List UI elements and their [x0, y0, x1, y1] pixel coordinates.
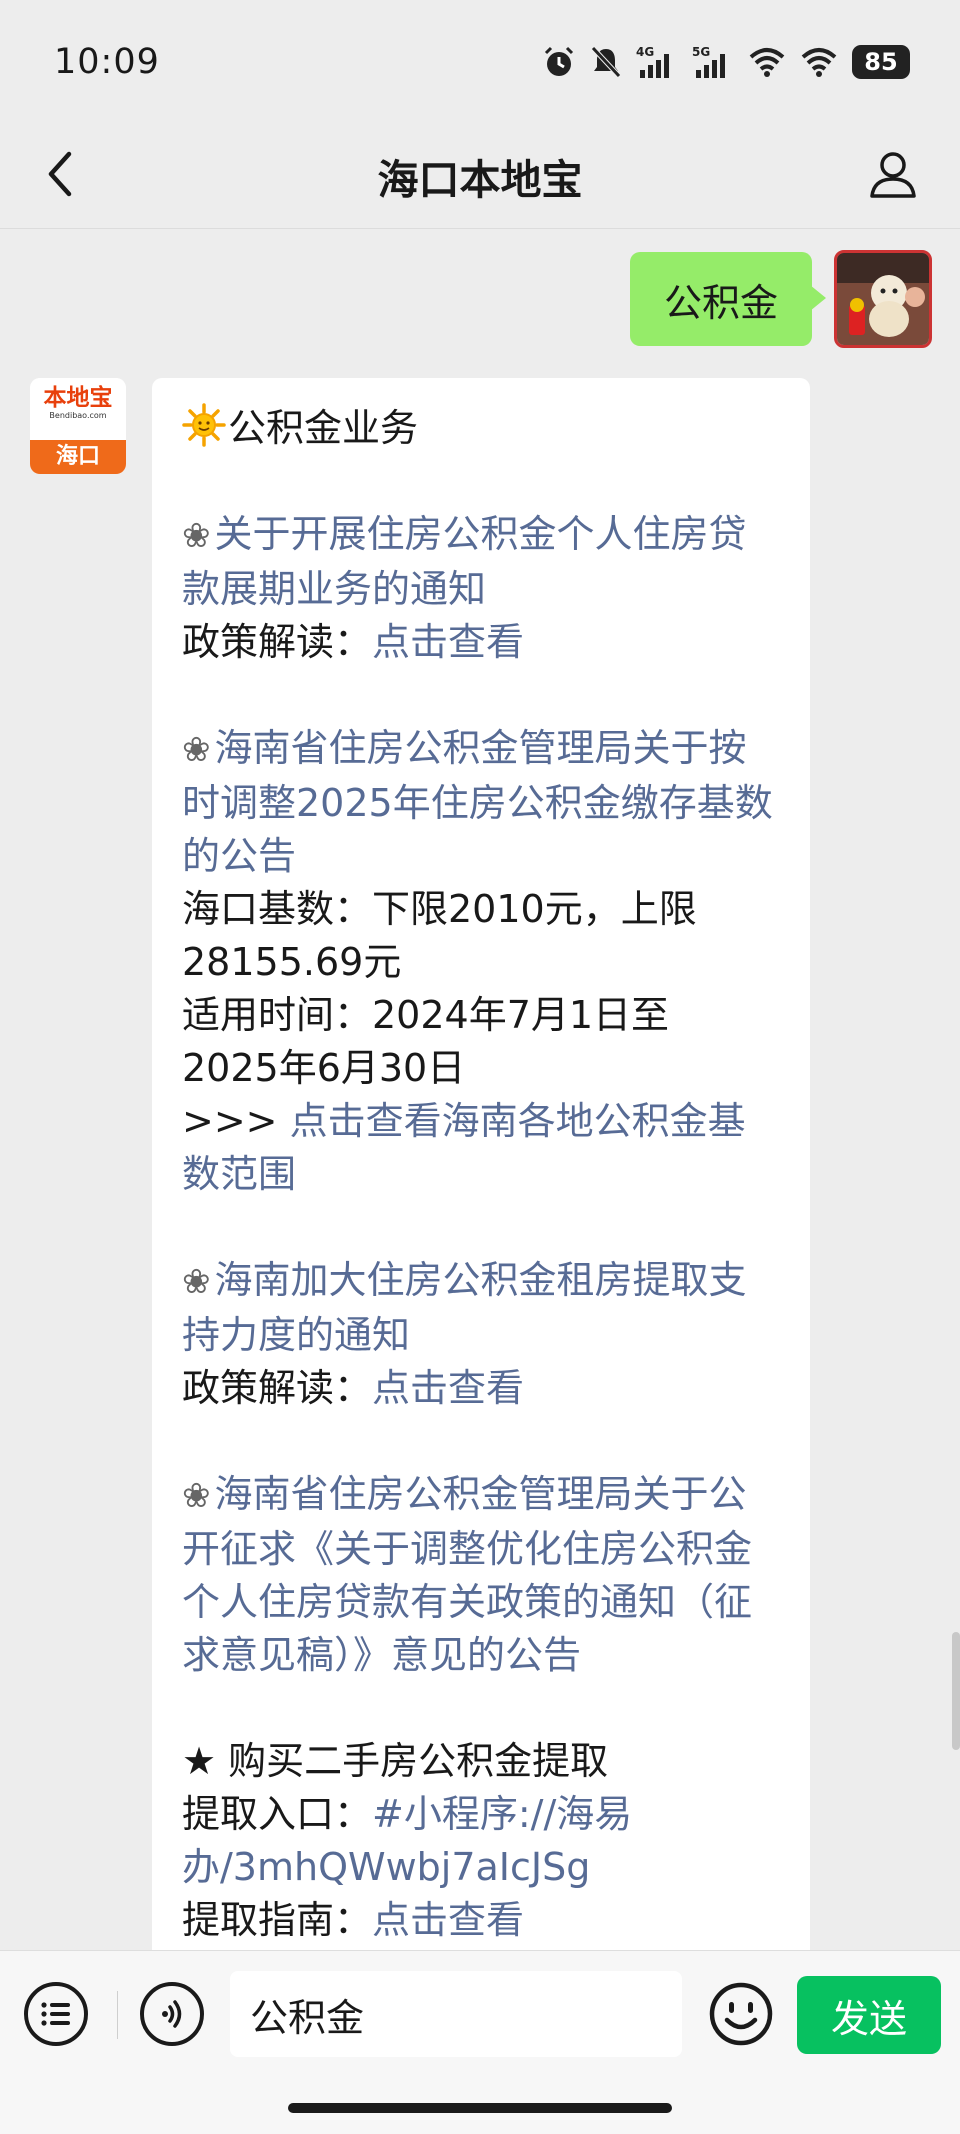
emoji-button[interactable]	[708, 1981, 774, 2047]
item2-more: >>> 点击查看海南各地公积金基数范围	[182, 1095, 780, 1201]
item2: ❀ 海南省住房公积金管理局关于按时调整2025年住房公积金缴存基数的公告	[182, 722, 780, 883]
item1: ❀ 关于开展住房公积金个人住房贷款展期业务的通知	[182, 508, 780, 616]
status-icons: 4G 5G 85	[542, 42, 910, 82]
page-title: 海口本地宝	[377, 156, 583, 204]
bot-avatar-logo: 本地宝 Bendibao.com	[30, 378, 126, 440]
scrollbar-thumb[interactable]	[952, 1632, 960, 1750]
flower-bullet-icon: ❀	[182, 1262, 211, 1302]
item2-period-line2: 2025年6月30日	[182, 1046, 466, 1090]
item3: ❀ 海南加大住房公积金租房提取支持力度的通知	[182, 1254, 780, 1362]
menu-list-icon	[41, 2002, 70, 2026]
bot-avatar-sub: Bendibao.com	[49, 411, 107, 420]
title-bar: 海口本地宝	[0, 120, 960, 229]
bot-avatar[interactable]: 本地宝 Bendibao.com 海口	[30, 378, 126, 474]
wifi-icon	[749, 48, 785, 77]
signal-4g-icon: 4G	[636, 45, 669, 78]
sun-emoji-icon	[182, 403, 226, 447]
item3-policy-label: 政策解读：	[182, 1366, 373, 1410]
status-bar: 10:09 4G 5G 85	[0, 0, 960, 120]
flower-bullet-icon: ❀	[182, 516, 211, 556]
item5-entry-label: 提取入口：	[182, 1792, 373, 1836]
item2-period-line1: 适用时间：2024年7月1日至	[182, 993, 670, 1037]
wifi-icon	[801, 48, 837, 77]
bot-avatar-brand: 本地宝	[43, 385, 113, 411]
flower-bullet-icon: ❀	[182, 1476, 211, 1516]
voice-icon	[162, 2000, 182, 2028]
battery-indicator: 85	[852, 45, 910, 79]
item2-base-line2: 28155.69元	[182, 940, 402, 984]
profile-button[interactable]	[860, 140, 926, 208]
item1-title-link[interactable]: 关于开展住房公积金个人住房贷款展期业务的通知	[182, 512, 747, 611]
item2-base-line1: 海口基数：下限2010元，上限	[182, 887, 697, 931]
user-avatar-image	[837, 253, 929, 345]
item3-policy: 政策解读：点击查看	[182, 1362, 780, 1415]
flower-bullet-icon: ❀	[182, 730, 211, 770]
item1-policy-link[interactable]: 点击查看	[372, 620, 524, 664]
item5-guide: 提取指南：点击查看	[182, 1894, 780, 1947]
item5-title: ★ 购买二手房公积金提取	[182, 1739, 609, 1783]
item1-policy: 政策解读：点击查看	[182, 616, 780, 669]
status-time: 10:09	[54, 42, 160, 82]
item2-more-prefix: >>>	[182, 1099, 278, 1143]
bot-avatar-city: 海口	[30, 440, 126, 474]
svg-text:5G: 5G	[692, 45, 710, 59]
input-bar-divider	[117, 1991, 118, 2039]
item2-title-link[interactable]: 海南省住房公积金管理局关于按时调整2025年住房公积金缴存基数的公告	[182, 726, 773, 878]
signal-5g-icon: 5G	[692, 45, 725, 78]
emoji-icon	[709, 1982, 773, 2046]
send-button[interactable]: 发送	[797, 1976, 941, 2054]
received-message-bubble: 公积金业务 ❀ 关于开展住房公积金个人住房贷款展期业务的通知 政策解读：点击查看 …	[152, 378, 810, 2058]
profile-icon	[870, 152, 916, 198]
item3-title-link[interactable]: 海南加大住房公积金租房提取支持力度的通知	[182, 1258, 747, 1357]
alarm-icon	[544, 46, 574, 76]
sent-message-bubble[interactable]: 公积金	[629, 252, 827, 346]
item3-policy-link[interactable]: 点击查看	[372, 1366, 524, 1410]
home-indicator[interactable]	[288, 2103, 672, 2113]
item5-guide-label: 提取指南：	[182, 1898, 373, 1942]
mute-bell-icon	[591, 46, 621, 78]
svg-text:4G: 4G	[636, 45, 654, 59]
message-input[interactable]	[230, 1971, 682, 2057]
menu-button[interactable]	[24, 1982, 88, 2046]
reply-heading-text: 公积金业务	[228, 406, 419, 450]
reply-heading: 公积金业务	[182, 402, 780, 455]
item5-entry: 提取入口：#小程序://海易办/3mhQWwbj7aIcJSg	[182, 1788, 780, 1894]
voice-button[interactable]	[140, 1982, 204, 2046]
item5-guide-link[interactable]: 点击查看	[372, 1898, 524, 1942]
user-avatar[interactable]	[834, 250, 932, 348]
item1-policy-label: 政策解读：	[182, 620, 373, 664]
item4-title-link[interactable]: 海南省住房公积金管理局关于公开征求《关于调整优化住房公积金个人住房贷款有关政策的…	[182, 1472, 752, 1677]
item4: ❀ 海南省住房公积金管理局关于公开征求《关于调整优化住房公积金个人住房贷款有关政策…	[182, 1468, 780, 1682]
